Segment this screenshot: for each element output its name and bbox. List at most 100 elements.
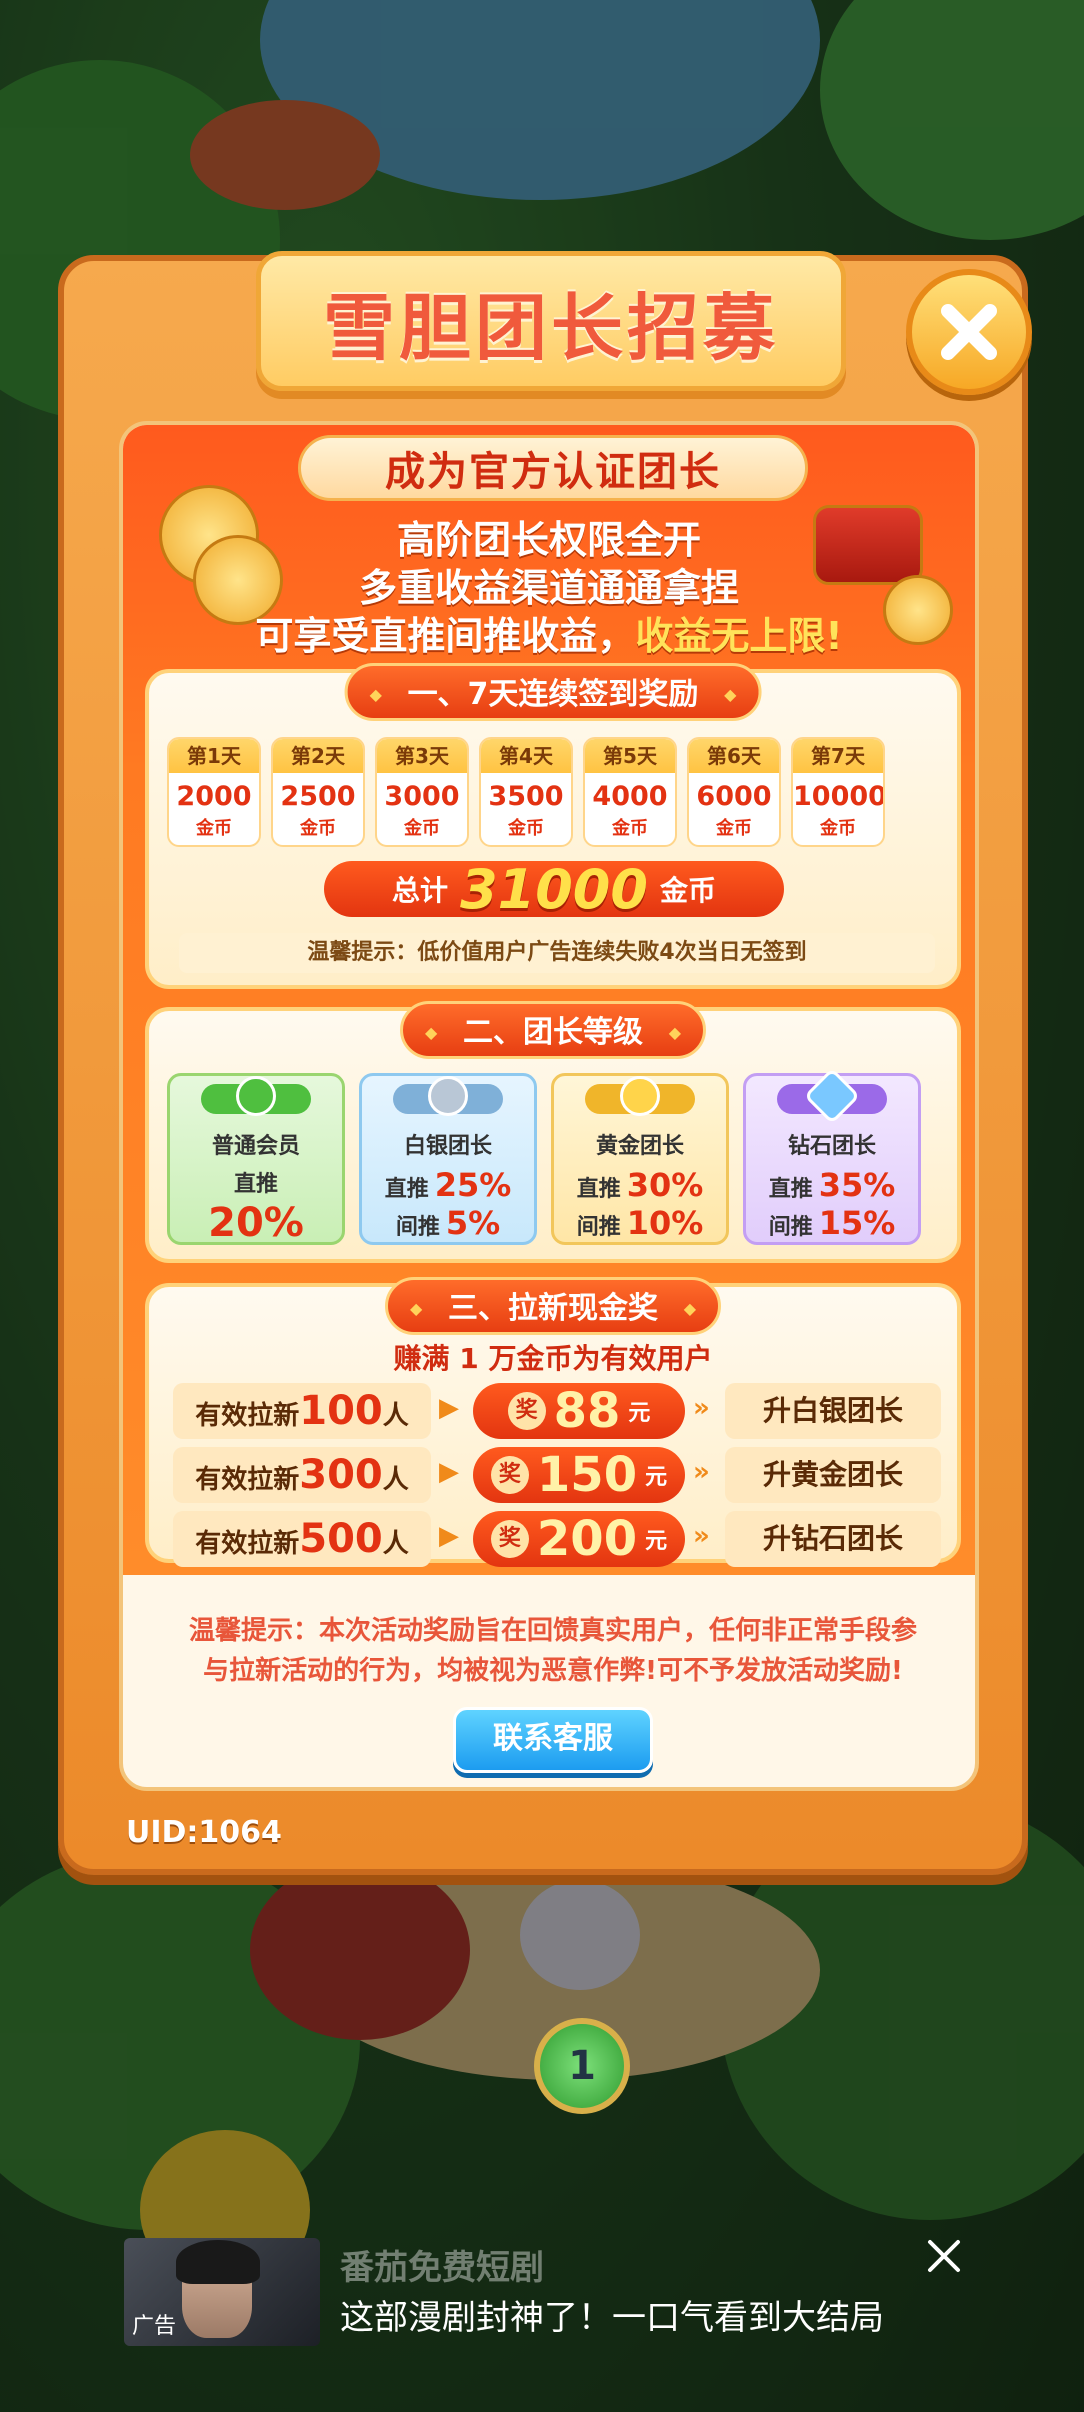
warning-text: 温馨提示：本次活动奖励旨在回馈真实用户，任何非正常手段参 与拉新活动的行为，均被… [143,1611,963,1691]
hero-ribbon-text: 成为官方认证团长 [385,449,721,495]
total-value: 31000 [460,857,648,921]
arrow-right-icon: ▶ [439,1521,459,1551]
reward-amount: 150 [536,1447,638,1503]
day-label: 第6天 [689,739,779,773]
ad-tag: 广告 [132,2314,177,2339]
level-direct-value: 35% [818,1166,896,1204]
close-icon [941,304,997,360]
person-icon [236,1076,276,1116]
day-card: 第7天 10000 金币 [791,737,885,847]
day-label: 第2天 [273,739,363,773]
recruit-modal: 雪胆团长招募 成为官方认证团长 高阶团长权限全开 多重收益渠道通通拿捏 可享受直… [58,251,1032,1875]
reward-suffix: 人 [382,1465,409,1495]
level-card-member: 普通会员 直推 20% [167,1073,345,1246]
reward-prefix: 有效拉新 [195,1401,300,1431]
day-amount: 2000 [176,781,252,812]
reward-unit: 元 [645,1529,668,1554]
reward-requirement: 有效拉新100人 [173,1383,431,1439]
day-amount: 3500 [488,781,564,812]
day-unit: 金币 [508,818,544,839]
arrow-right-icon: ▶ [439,1457,459,1487]
hero-line-2: 多重收益渠道通通拿捏 [358,566,739,610]
signin-section: 一、7天连续签到奖励 第1天 2000 金币 第2天 2500 金币 第3天 3000 金币… [145,663,961,989]
signin-tip: 温馨提示：低价值用户广告连续失败4次当日无签到 [179,933,935,973]
signin-total: 总计 31000 金币 [324,858,784,921]
close-icon [928,2240,960,2272]
level-indirect-value: 10% [626,1204,704,1242]
reward-badge-icon: 奖 [490,1520,529,1558]
day-card: 第3天 3000 金币 [375,737,469,847]
ad-title[interactable]: 番茄免费短剧 [340,2240,544,2289]
hero-banner: 成为官方认证团长 高阶团长权限全开 多重收益渠道通通拿捏 可享受直推间推收益，收… [123,425,975,1575]
double-arrow-icon: » [693,1521,710,1551]
day-unit: 金币 [404,818,440,839]
level-direct-value: 30% [626,1166,704,1204]
level-indirect-value: 15% [818,1204,896,1242]
reward-amount: 88 [553,1383,621,1439]
reward-prefix: 有效拉新 [195,1529,300,1559]
reward-requirement: 有效拉新300人 [173,1447,431,1503]
day-label: 第5天 [585,739,675,773]
total-label: 总计 [392,874,449,907]
day-amount: 6000 [696,781,772,812]
day-unit: 金币 [300,818,336,839]
reward-row: 有效拉新300人 ▶ 奖 150 元 » 升黄金团长 [173,1447,941,1503]
gold-badge [585,1076,695,1116]
hero-line-3: 可享受直推间推收益，收益无上限! [123,605,975,660]
reward-cash: 奖 88 元 [473,1383,685,1439]
reward-suffix: 人 [382,1529,409,1559]
hero-line-3-text: 可享受直推间推收益， [255,614,636,658]
double-arrow-icon: » [693,1393,710,1423]
level-cards: 普通会员 直推 20% 白银团长 直推 25% 间推 5% 黄金团长 直推 30% [167,1067,921,1246]
reward-count: 500 [299,1516,383,1562]
hero-ribbon: 成为官方认证团长 [298,435,808,501]
level-direct-value: 20% [208,1200,304,1246]
levels-title: 二、团长等级 [400,1001,706,1062]
level-direct-row: 直推 30% [554,1166,726,1204]
close-button[interactable] [906,269,1032,395]
level-direct-row: 直推 25% [362,1166,534,1204]
day-amount: 2500 [280,781,356,812]
level-indirect-value: 5% [445,1204,501,1242]
member-badge [201,1076,311,1116]
level-card-diamond: 钻石团长 直推 35% 间推 15% [743,1067,921,1245]
level-name: 钻石团长 [787,1134,876,1159]
level-direct-label: 直推 [384,1177,429,1202]
day-amount: 10000 [793,781,885,812]
levels-section: 二、团长等级 普通会员 直推 20% 白银团长 直推25% 间推5% [145,1001,961,1263]
hero-line-3-highlight: 收益无上限! [635,614,843,658]
level-indirect-row: 间推 15% [746,1204,918,1242]
modal-panel: 成为官方认证团长 高阶团长权限全开 多重收益渠道通通拿捏 可享受直推间推收益，收… [119,421,979,1791]
ad-close-button[interactable] [920,2232,968,2280]
reward-count: 300 [299,1452,383,1498]
day-unit: 金币 [716,818,752,839]
level-direct-label: 直推 [768,1177,813,1202]
day-unit: 金币 [196,818,232,839]
reward-badge-icon: 奖 [507,1392,546,1430]
level-direct-row: 直推 35% [746,1166,918,1204]
level-direct-value: 25% [434,1166,512,1204]
referral-section: 三、拉新现金奖 赚满 1 万金币为有效用户 有效拉新100人 ▶ 奖88 元 » … [145,1277,961,1567]
level-card-silver: 白银团长 直推 25% 间推 5% [359,1073,537,1245]
signin-days: 第1天 2000 金币 第2天 2500 金币 第3天 3000 金币 第4天 3500 金币 … [167,737,885,847]
modal-title: 雪胆团长招募 [322,288,779,369]
level-indirect-label: 间推 [576,1215,621,1240]
contact-service-button[interactable]: 联系客服 [453,1707,653,1773]
level-name: 黄金团长 [595,1134,684,1159]
arrow-right-icon: ▶ [439,1393,459,1423]
level-node[interactable]: 1 [534,2018,630,2114]
ad-description[interactable]: 这部漫剧封神了！一口气看到大结局 [340,2290,884,2339]
day-card: 第1天 2000 金币 [167,737,261,847]
modal-title-plate: 雪胆团长招募 [256,251,846,391]
hero-line-1: 高阶团长权限全开 [396,518,701,562]
reward-amount: 200 [536,1511,638,1567]
day-card: 第2天 2500 金币 [271,737,365,847]
ad-thumbnail[interactable]: 广告 [124,2238,320,2346]
ad-hair [176,2240,260,2284]
day-amount: 4000 [592,781,668,812]
user-id: UID:1064 [126,1815,282,1850]
diamond-icon [803,1067,861,1125]
level-name: 白银团长 [403,1134,492,1159]
day-label: 第3天 [377,739,467,773]
day-card: 第5天 4000 金币 [583,737,677,847]
